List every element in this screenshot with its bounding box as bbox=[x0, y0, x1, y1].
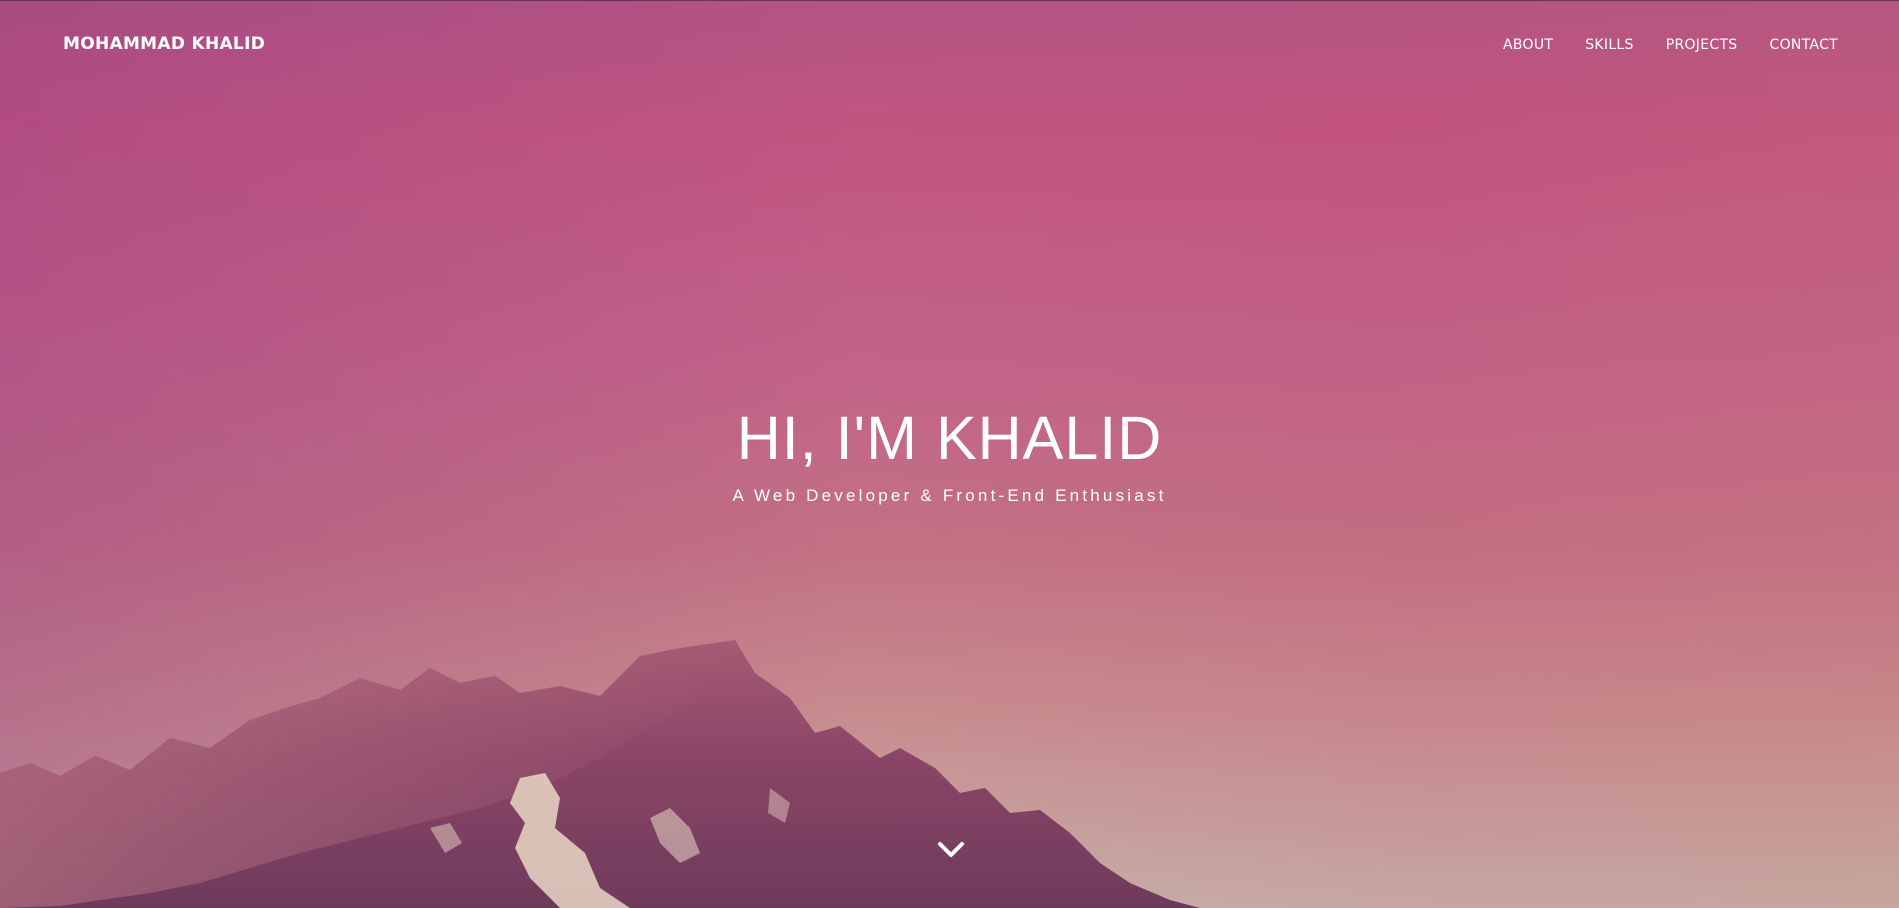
scroll-down-button[interactable] bbox=[936, 838, 966, 862]
nav-link-projects[interactable]: PROJECTS bbox=[1666, 37, 1738, 53]
nav-link-contact[interactable]: CONTACT bbox=[1770, 37, 1839, 53]
nav-menu: ABOUT SKILLS PROJECTS CONTACT bbox=[1503, 37, 1838, 53]
chevron-down-icon bbox=[938, 842, 964, 857]
mountain-background-image bbox=[0, 640, 1200, 908]
brand-logo-link[interactable]: MOHAMMAD KHALID bbox=[63, 34, 265, 54]
nav-link-skills[interactable]: SKILLS bbox=[1585, 37, 1633, 53]
hero-content: HI, I'M KHALID A Web Developer & Front-E… bbox=[0, 400, 1899, 506]
hero-subtitle: A Web Developer & Front-End Enthusiast bbox=[732, 486, 1167, 505]
nav-link-about[interactable]: ABOUT bbox=[1503, 37, 1553, 53]
navbar: MOHAMMAD KHALID ABOUT SKILLS PROJECTS CO… bbox=[0, 0, 1899, 90]
hero-title: HI, I'M KHALID bbox=[736, 404, 1163, 472]
hero-section: MOHAMMAD KHALID ABOUT SKILLS PROJECTS CO… bbox=[0, 0, 1899, 908]
